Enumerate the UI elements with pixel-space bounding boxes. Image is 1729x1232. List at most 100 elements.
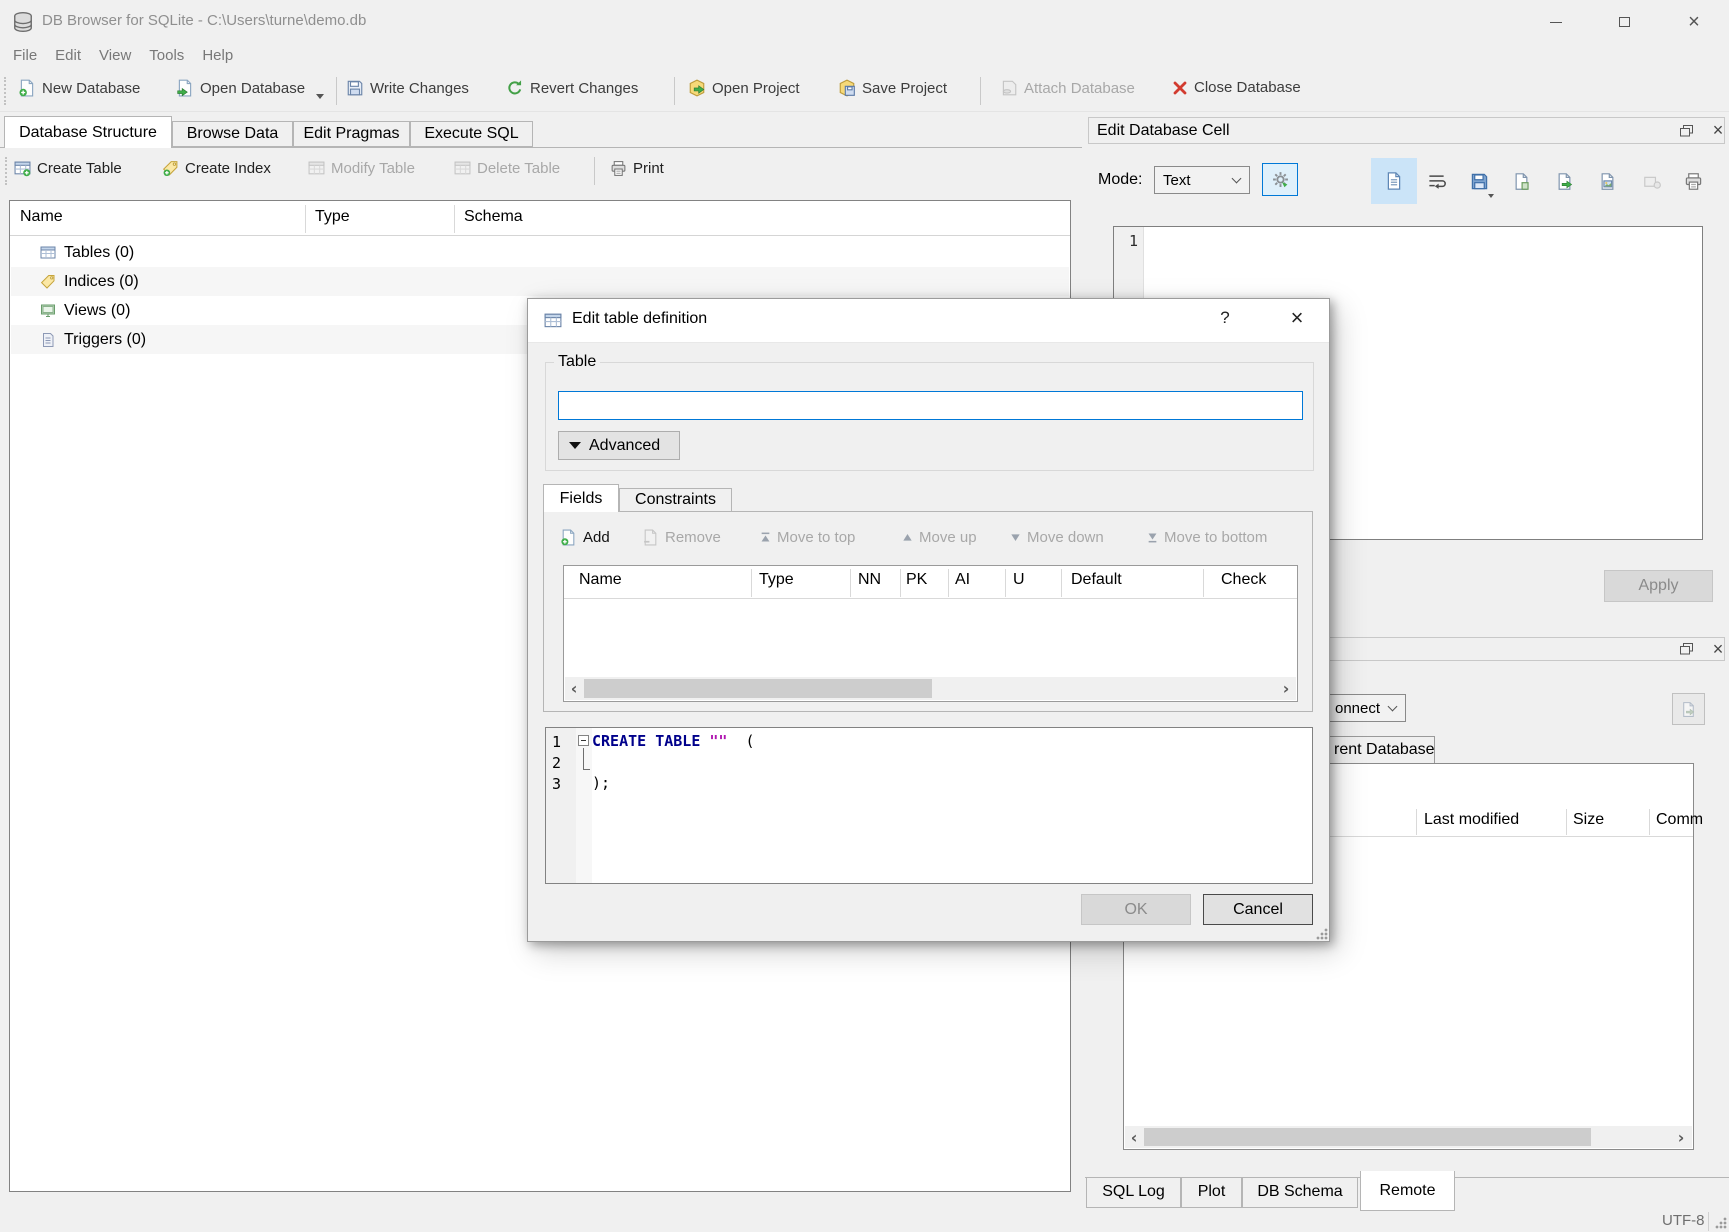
menu-tools[interactable]: Tools: [140, 44, 193, 67]
fields-col-type[interactable]: Type: [759, 571, 794, 589]
fields-col-check[interactable]: Check: [1221, 571, 1266, 589]
revert-changes-button[interactable]: Revert Changes: [506, 79, 638, 97]
fields-col-ai[interactable]: AI: [955, 571, 970, 589]
modify-table-icon: [308, 160, 325, 177]
remote-hscrollbar[interactable]: ‹ ›: [1125, 1126, 1692, 1148]
menu-edit[interactable]: Edit: [46, 44, 90, 67]
fields-col-pk[interactable]: PK: [906, 571, 927, 589]
cell-image-button[interactable]: [1592, 166, 1622, 196]
tab-browse-data[interactable]: Browse Data: [172, 121, 293, 147]
fold-collapse-icon[interactable]: [578, 735, 589, 746]
new-database-button[interactable]: New Database: [18, 79, 140, 97]
tree-row-tables[interactable]: Tables (0): [11, 238, 1069, 267]
dialog-titlebar[interactable]: Edit table definition ? ×: [528, 299, 1329, 343]
dialog-close-button[interactable]: ×: [1280, 305, 1314, 331]
add-field-button[interactable]: Add: [560, 529, 610, 546]
column-divider[interactable]: [1203, 569, 1204, 597]
tree-row-indices[interactable]: Indices (0): [11, 267, 1069, 296]
scroll-right-icon[interactable]: ›: [1277, 677, 1295, 700]
column-divider[interactable]: [751, 569, 752, 597]
sql-preview-editor[interactable]: 1 2 3 CREATE TABLE "" ( );: [545, 727, 1313, 884]
tree-header-schema[interactable]: Schema: [464, 208, 523, 226]
tab-edit-pragmas[interactable]: Edit Pragmas: [293, 121, 410, 147]
close-button[interactable]: ×: [1671, 2, 1717, 42]
print-button[interactable]: Print: [610, 160, 664, 177]
menu-view[interactable]: View: [90, 44, 140, 67]
cell-settings-button[interactable]: [1262, 163, 1298, 196]
scroll-right-icon[interactable]: ›: [1672, 1126, 1690, 1148]
minimize-button[interactable]: [1533, 2, 1579, 42]
tab-plot[interactable]: Plot: [1181, 1177, 1242, 1208]
remote-header-size[interactable]: Size: [1573, 811, 1604, 829]
modify-table-button: Modify Table: [308, 160, 415, 177]
fields-col-default[interactable]: Default: [1071, 571, 1122, 589]
dialog-resize-grip[interactable]: [1315, 927, 1328, 940]
scroll-left-icon[interactable]: ‹: [1125, 1126, 1143, 1148]
open-project-button[interactable]: Open Project: [688, 79, 800, 97]
maximize-button[interactable]: [1601, 2, 1647, 42]
dock-float-button[interactable]: [1671, 639, 1701, 659]
open-database-button[interactable]: Open Database: [176, 79, 305, 97]
line-number: 3: [552, 775, 561, 793]
fields-col-name[interactable]: Name: [579, 571, 622, 589]
tree-header: Name Type Schema: [10, 201, 1070, 236]
cell-save-button[interactable]: [1464, 166, 1494, 196]
advanced-toggle-button[interactable]: Advanced: [558, 431, 680, 460]
encoding-status[interactable]: UTF-8: [1662, 1212, 1705, 1229]
dock-close-button[interactable]: ×: [1703, 121, 1729, 141]
sql-line-1: CREATE TABLE "" (: [592, 732, 755, 750]
write-changes-button[interactable]: Write Changes: [346, 79, 469, 97]
cell-print-button[interactable]: [1678, 166, 1708, 196]
open-database-dropdown-icon[interactable]: [316, 94, 324, 99]
scroll-left-icon[interactable]: ‹: [565, 677, 583, 700]
remote-header-commit[interactable]: Comm: [1656, 811, 1703, 829]
column-divider[interactable]: [850, 569, 851, 597]
dock-close-button[interactable]: ×: [1703, 639, 1729, 659]
column-divider[interactable]: [1061, 569, 1062, 597]
fields-hscrollbar[interactable]: ‹ ›: [565, 677, 1296, 700]
fields-col-nn[interactable]: NN: [858, 571, 881, 589]
tab-execute-sql[interactable]: Execute SQL: [410, 121, 533, 147]
maximize-icon: [1619, 17, 1630, 27]
fields-col-u[interactable]: U: [1013, 571, 1025, 589]
remote-header-last-modified[interactable]: Last modified: [1424, 811, 1519, 829]
save-project-button[interactable]: Save Project: [838, 79, 947, 97]
dialog-tab-constraints[interactable]: Constraints: [619, 488, 732, 512]
column-divider[interactable]: [948, 569, 949, 597]
dialog-help-button[interactable]: ?: [1210, 308, 1240, 328]
column-divider[interactable]: [1005, 569, 1006, 597]
tree-header-type[interactable]: Type: [315, 208, 350, 226]
window-resize-grip[interactable]: [1714, 1216, 1727, 1229]
tab-sql-log[interactable]: SQL Log: [1086, 1177, 1181, 1208]
tab-remote[interactable]: Remote: [1360, 1171, 1455, 1211]
scrollbar-thumb[interactable]: [1144, 1128, 1591, 1146]
menu-help[interactable]: Help: [193, 44, 242, 67]
column-divider[interactable]: [305, 205, 306, 233]
column-divider[interactable]: [1566, 809, 1567, 835]
dock-float-button[interactable]: [1671, 121, 1701, 141]
column-divider[interactable]: [900, 569, 901, 597]
dialog-tab-fields[interactable]: Fields: [543, 484, 619, 512]
edit-table-definition-dialog: Edit table definition ? × Table Advanced…: [527, 298, 1330, 942]
scrollbar-thumb[interactable]: [584, 679, 932, 698]
move-up-button: Move up: [902, 529, 977, 546]
move-to-bottom-icon: [1147, 532, 1158, 543]
tab-db-schema[interactable]: DB Schema: [1242, 1177, 1358, 1208]
table-name-input[interactable]: [558, 391, 1303, 420]
close-database-button[interactable]: Close Database: [1172, 79, 1301, 96]
column-divider[interactable]: [1416, 809, 1417, 835]
cell-text-mode-button[interactable]: [1371, 158, 1417, 204]
column-divider[interactable]: [1649, 809, 1650, 835]
cell-import-button[interactable]: [1506, 166, 1536, 196]
dock-float-icon: [1680, 643, 1693, 655]
cell-export-button[interactable]: [1549, 166, 1579, 196]
tab-database-structure[interactable]: Database Structure: [4, 116, 172, 148]
create-table-button[interactable]: Create Table: [14, 160, 122, 177]
tree-header-name[interactable]: Name: [20, 208, 63, 226]
menu-file[interactable]: File: [4, 44, 46, 67]
cancel-button[interactable]: Cancel: [1203, 894, 1313, 925]
mode-select[interactable]: Text: [1154, 166, 1250, 194]
column-divider[interactable]: [454, 205, 455, 233]
create-index-button[interactable]: Create Index: [162, 160, 271, 177]
word-wrap-button[interactable]: [1421, 166, 1451, 196]
